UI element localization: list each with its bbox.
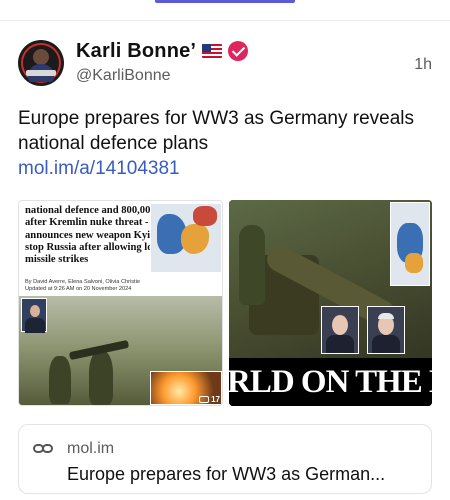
post-text: Europe prepares for WW3 as Germany revea… [18,108,414,154]
post[interactable]: Karli Bonne’ @KarliBonne 1h Europe prepa… [18,38,432,494]
media-grid: national defence and 800,000 NATO troops… [18,200,432,406]
post-header: Karli Bonne’ @KarliBonne 1h [18,38,432,98]
link-preview-card[interactable]: mol.im Europe prepares for WW3 as German… [18,424,432,494]
leader-portrait [321,306,359,354]
headline-banner: RLD ON THE BR [229,358,432,406]
camera-icon [199,396,210,403]
article-byline: By David Averre, Elena Salvoni, Olivia C… [25,279,140,285]
inset-portrait [21,298,47,333]
post-time[interactable]: 1h [414,56,432,74]
tab-indicator-bar [155,0,295,3]
soldier-figure [89,351,113,405]
avatar-tag [26,70,56,76]
photo-count-label: 17 [211,395,220,404]
verified-badge-icon [228,41,249,61]
article-updated: Updated at 9:26 AM on 20 November 2024 [25,286,132,292]
tab-indicator [0,0,450,4]
soldier-figure [49,356,71,404]
leader-portrait [367,306,405,354]
name-row: Karli Bonne’ [76,40,414,62]
inset-map [150,203,222,273]
link-domain: mol.im [67,440,115,457]
author-handle[interactable]: @KarliBonne [76,67,414,85]
inset-map [390,202,430,286]
avatar-head [33,49,49,65]
photo-count: 17 [199,395,220,404]
link-card-header: mol.im [33,438,417,460]
media-image-right[interactable]: RLD ON THE BR [229,200,432,406]
soldier-figure [239,225,265,305]
top-divider [0,20,450,21]
article-photo: 17 [19,203,222,405]
author-display-name[interactable]: Karli Bonne’ [76,40,196,63]
us-flag-icon [202,44,223,58]
author-info: Karli Bonne’ @KarliBonne [76,38,414,85]
link-icon [33,442,55,456]
link-title: Europe prepares for WW3 as German... [67,464,386,484]
post-link[interactable]: mol.im/a/14104381 [18,156,432,181]
avatar[interactable] [18,40,64,86]
media-image-left[interactable]: national defence and 800,000 NATO troops… [18,200,223,406]
